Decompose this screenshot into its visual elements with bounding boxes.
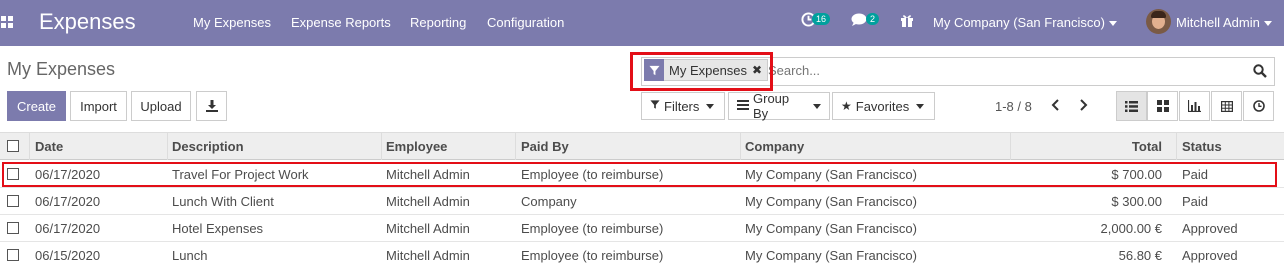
cell-date: 06/17/2020 xyxy=(35,221,101,236)
activity-view-icon[interactable] xyxy=(1243,91,1274,121)
page-title: My Expenses xyxy=(7,59,116,79)
cell-total: 2,000.00 € xyxy=(1100,221,1162,236)
cell-status: Approved xyxy=(1182,221,1238,236)
header-description[interactable]: Description xyxy=(172,139,244,154)
list-view-icon[interactable] xyxy=(1116,91,1147,121)
search-icon[interactable] xyxy=(1253,64,1267,81)
cell-paid-by: Company xyxy=(521,194,577,209)
graph-view-icon[interactable] xyxy=(1179,91,1210,121)
favorites-label: Favorites xyxy=(855,98,910,114)
company-name: My Company (San Francisco) xyxy=(933,15,1105,30)
header-total[interactable]: Total xyxy=(1080,139,1162,154)
create-button[interactable]: Create xyxy=(7,91,66,121)
header-paid-by[interactable]: Paid By xyxy=(521,139,569,154)
gift-icon[interactable] xyxy=(900,13,914,31)
cell-description: Lunch xyxy=(172,248,208,263)
cell-total: $ 300.00 xyxy=(1111,194,1162,209)
app-title: Expenses xyxy=(39,9,136,34)
message-count-badge: 2 xyxy=(866,13,880,25)
upload-button[interactable]: Upload xyxy=(131,91,191,121)
pager-value[interactable]: 1-8 / 8 xyxy=(995,99,1032,114)
kanban-view-icon[interactable] xyxy=(1147,91,1178,121)
menu-expense-reports[interactable]: Expense Reports xyxy=(291,15,391,30)
facet-highlight-box xyxy=(630,52,773,91)
chat-icon[interactable] xyxy=(851,13,867,31)
favorites-dropdown[interactable]: ★ Favorites xyxy=(832,92,935,120)
cell-company: My Company (San Francisco) xyxy=(745,248,917,263)
menu-configuration[interactable]: Configuration xyxy=(487,15,564,30)
chevron-down-icon xyxy=(813,103,821,109)
activity-count-badge: 16 xyxy=(812,13,831,25)
table-row[interactable]: 06/15/2020 Lunch Mitchell Admin Employee… xyxy=(0,242,1284,267)
row-checkbox[interactable] xyxy=(7,195,19,207)
header-employee[interactable]: Employee xyxy=(386,139,447,154)
chevron-right-icon[interactable] xyxy=(1079,98,1088,115)
cell-date: 06/15/2020 xyxy=(35,248,101,263)
row-highlight-box xyxy=(2,162,1277,187)
select-all-checkbox[interactable] xyxy=(7,140,19,152)
cell-paid-by: Employee (to reimburse) xyxy=(521,221,664,236)
menu-reporting[interactable]: Reporting xyxy=(410,15,466,30)
chevron-down-icon xyxy=(1263,21,1272,27)
cell-paid-by: Employee (to reimburse) xyxy=(521,248,664,263)
cell-employee: Mitchell Admin xyxy=(386,221,470,236)
funnel-icon xyxy=(650,99,660,113)
cell-total: 56.80 € xyxy=(1118,248,1162,263)
cell-date: 06/17/2020 xyxy=(35,194,101,209)
table-row[interactable]: 06/17/2020 Hotel Expenses Mitchell Admin… xyxy=(0,215,1284,242)
table-header: Date Description Employee Paid By Compan… xyxy=(0,132,1284,160)
cell-description: Hotel Expenses xyxy=(172,221,264,236)
cell-description: Lunch With Client xyxy=(172,194,274,209)
apps-grid-icon[interactable] xyxy=(1,16,13,28)
filters-dropdown[interactable]: Filters xyxy=(641,92,725,120)
user-name: Mitchell Admin xyxy=(1176,15,1260,30)
row-checkbox[interactable] xyxy=(7,249,19,261)
download-icon[interactable] xyxy=(196,91,227,121)
filters-label: Filters xyxy=(664,98,700,114)
header-status[interactable]: Status xyxy=(1182,139,1222,154)
search-input[interactable] xyxy=(768,63,1228,78)
cell-employee: Mitchell Admin xyxy=(386,248,470,263)
chevron-left-icon[interactable] xyxy=(1051,98,1060,115)
cell-company: My Company (San Francisco) xyxy=(745,194,917,209)
company-switcher[interactable]: My Company (San Francisco) xyxy=(933,15,1117,30)
bars-icon xyxy=(737,99,749,113)
cell-status: Paid xyxy=(1182,194,1209,209)
header-date[interactable]: Date xyxy=(35,139,63,154)
chevron-down-icon xyxy=(916,103,925,109)
header-company[interactable]: Company xyxy=(745,139,804,154)
top-navbar: Expenses My Expenses Expense Reports Rep… xyxy=(0,0,1284,46)
cell-employee: Mitchell Admin xyxy=(386,194,470,209)
star-icon: ★ xyxy=(841,99,852,113)
cell-status: Approved xyxy=(1182,248,1238,263)
chevron-down-icon xyxy=(1108,21,1117,27)
menu-my-expenses[interactable]: My Expenses xyxy=(193,15,271,30)
row-checkbox[interactable] xyxy=(7,222,19,234)
groupby-dropdown[interactable]: Group By xyxy=(728,91,830,121)
chevron-down-icon xyxy=(706,103,715,109)
groupby-label: Group By xyxy=(753,91,790,121)
table-row[interactable]: 06/17/2020 Lunch With Client Mitchell Ad… xyxy=(0,188,1284,215)
user-menu[interactable]: Mitchell Admin xyxy=(1176,15,1272,30)
cell-company: My Company (San Francisco) xyxy=(745,221,917,236)
pivot-view-icon[interactable] xyxy=(1211,91,1242,121)
avatar[interactable] xyxy=(1146,9,1171,34)
import-button[interactable]: Import xyxy=(70,91,127,121)
